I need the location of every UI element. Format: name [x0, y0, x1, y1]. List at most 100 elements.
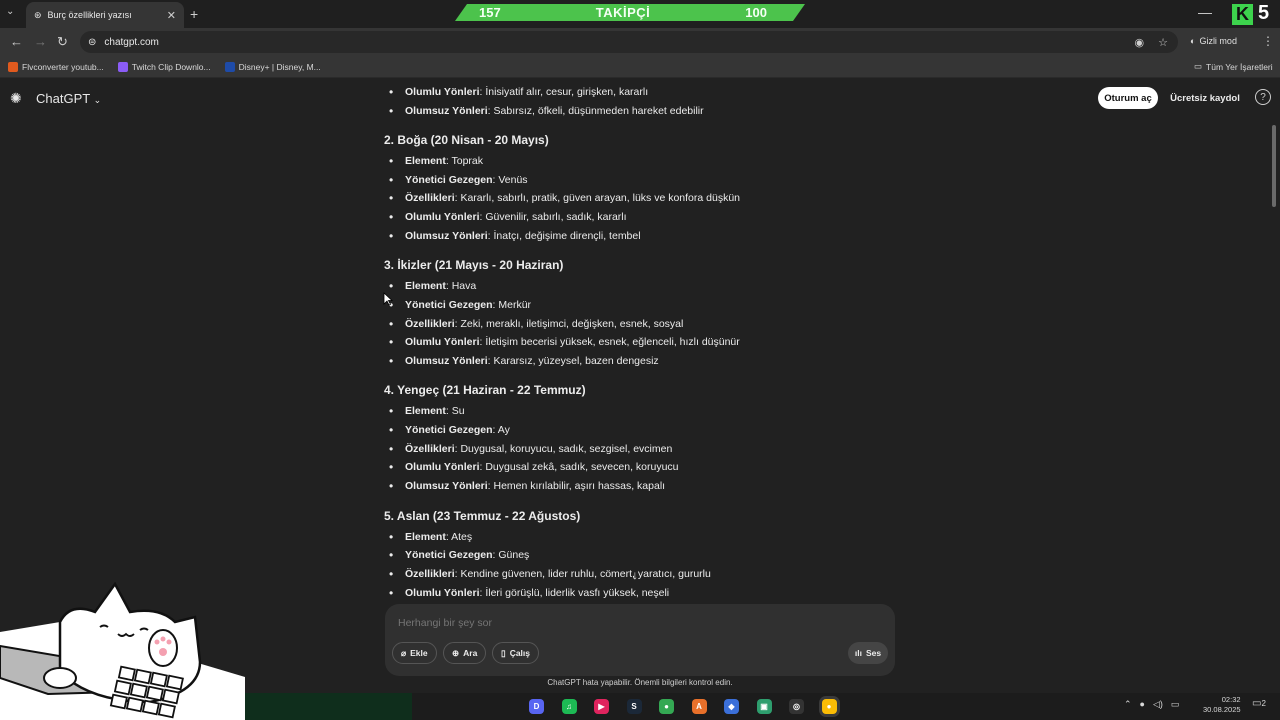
- url-text: chatgpt.com: [104, 36, 159, 48]
- list-item: Olumlu Yönleri: İleri görüşlü, liderlik …: [389, 586, 669, 600]
- browser-tab[interactable]: ⊛ Burç özellikleri yazısı ✕: [26, 2, 184, 28]
- bongo-cat-overlay: [0, 582, 245, 720]
- incognito-icon: ◐: [1190, 36, 1196, 46]
- site-info-icon[interactable]: ⊜: [88, 37, 96, 48]
- list-item: Olumsuz Yönleri: Hemen kırılabilir, aşır…: [389, 479, 665, 493]
- follower-right-count: 100: [745, 5, 767, 20]
- system-tray[interactable]: ⌃ ● ◁) ▭: [1124, 699, 1179, 710]
- list-item: Yönetici Gezegen: Güneş: [389, 548, 529, 562]
- discord-icon[interactable]: D: [529, 699, 544, 714]
- prompt-input[interactable]: [398, 617, 838, 629]
- search-button[interactable]: ⊕ Ara: [443, 642, 487, 664]
- new-tab-button[interactable]: +: [190, 6, 198, 22]
- steam-icon[interactable]: S: [626, 699, 642, 714]
- attach-button[interactable]: ⌀ Ekle: [392, 642, 437, 664]
- bookmark-item[interactable]: Flvconverter youtub...: [8, 61, 104, 72]
- follower-left-count: 157: [479, 5, 501, 20]
- chatgpt-favicon-icon: ⊛: [34, 9, 42, 20]
- app-a-icon[interactable]: A: [691, 699, 707, 714]
- viewer-count: 5: [1258, 2, 1270, 24]
- list-item: Özellikleri: Duygusal, koruyucu, sadık, …: [389, 442, 672, 456]
- globe-icon: ⊕: [452, 647, 460, 658]
- back-button[interactable]: ←: [10, 34, 23, 49]
- app-gamepad-icon[interactable]: ◆: [724, 699, 739, 714]
- list-item: Olumlu Yönleri: Güvenilir, sabırlı, sadı…: [389, 210, 627, 224]
- browser-menu-icon[interactable]: ⋮: [1262, 34, 1274, 48]
- paperclip-icon: ⌀: [401, 647, 407, 658]
- list-item: Element: Ateş: [389, 530, 472, 544]
- bookmark-favicon-icon: [8, 61, 18, 72]
- list-item: Yönetici Gezegen: Ay: [389, 423, 510, 437]
- list-item: Olumsuz Yönleri: İnatçı, değişime direnç…: [389, 229, 641, 243]
- eye-slash-icon[interactable]: ◉: [1135, 36, 1145, 49]
- list-item: Olumsuz Yönleri: Kararsız, yüzeysel, baz…: [389, 354, 659, 368]
- chat-response: Olumlu Yönleri: İnisiyatif alır, cesur, …: [384, 80, 884, 600]
- list-item: Özellikleri: Kararlı, sabırlı, pratik, g…: [389, 191, 740, 205]
- list-item: Olumlu Yönleri: İnisiyatif alır, cesur, …: [389, 85, 648, 99]
- composer-box: [385, 604, 895, 676]
- network-icon[interactable]: ▭: [1171, 699, 1180, 710]
- list-item: Yönetici Gezegen: Venüs: [389, 173, 528, 187]
- chevron-down-icon: ⌄: [93, 95, 102, 105]
- voice-button[interactable]: ılı Ses: [848, 642, 888, 664]
- section-heading: 3. İkizler (21 Mayıs - 20 Haziran): [384, 258, 564, 272]
- microphone-icon[interactable]: ●: [1140, 699, 1145, 710]
- obs-icon[interactable]: ◎: [789, 699, 804, 714]
- section-heading: 4. Yengeç (21 Haziran - 22 Temmuz): [384, 383, 586, 397]
- tab-close-icon[interactable]: ✕: [167, 9, 176, 22]
- follower-label: TAKİPÇİ: [595, 5, 651, 20]
- book-icon: ▯: [501, 647, 506, 658]
- bookmark-star-icon[interactable]: ☆: [1158, 36, 1168, 49]
- bookmark-favicon-icon: [224, 61, 235, 72]
- list-item: Olumlu Yönleri: Duygusal zekâ, sadık, se…: [389, 460, 678, 474]
- kick-logo-icon: K: [1232, 4, 1253, 25]
- study-button[interactable]: ▯ Çalış: [492, 642, 540, 664]
- chrome-active-icon[interactable]: ●: [821, 699, 837, 714]
- reload-button[interactable]: ↻: [57, 34, 68, 50]
- signup-button[interactable]: Ücretsiz kaydol: [1166, 87, 1244, 109]
- chrome-icon[interactable]: ●: [659, 699, 674, 714]
- incognito-label: Gizli mod: [1199, 36, 1237, 46]
- chevron-up-icon[interactable]: ⌃: [1124, 699, 1132, 710]
- notification-count: 2: [1261, 699, 1266, 708]
- list-item: Özellikleri: Zeki, meraklı, iletişimci, …: [389, 317, 683, 331]
- mouse-cursor-icon: [383, 292, 393, 306]
- scroll-down-icon[interactable]: ↓: [632, 568, 638, 582]
- taskbar-widget-area: [243, 693, 412, 720]
- list-item: Olumsuz Yönleri: Sabırsız, öfkeli, düşün…: [389, 104, 704, 118]
- section-heading: 5. Aslan (23 Temmuz - 22 Ağustos): [384, 509, 581, 523]
- list-item: Olumlu Yönleri: İletişim becerisi yüksek…: [389, 335, 740, 349]
- forward-button[interactable]: →: [34, 34, 47, 49]
- incognito-indicator[interactable]: ◐ Gizli mod: [1190, 36, 1237, 46]
- address-bar[interactable]: ⊜ chatgpt.com ◉ ☆: [80, 31, 1178, 53]
- spotify-icon[interactable]: ♫: [561, 699, 577, 714]
- scrollbar-thumb[interactable]: [1272, 125, 1276, 207]
- notification-center[interactable]: ▭2: [1252, 698, 1266, 709]
- list-item: Yönetici Gezegen: Merkür: [389, 298, 531, 312]
- waveform-icon: ılı: [854, 648, 862, 658]
- list-item: Element: Hava: [389, 279, 476, 293]
- tab-title: Burç özellikleri yazısı: [47, 10, 132, 20]
- window-minimize-button[interactable]: —: [1198, 4, 1212, 20]
- disclaimer-text: ChatGPT hata yapabilir. Önemli bilgileri…: [547, 678, 733, 687]
- bookmark-item[interactable]: Disney+ | Disney, M...: [224, 61, 321, 72]
- bookmarks-bar: Flvconverter youtub... Twitch Clip Downl…: [0, 56, 1280, 78]
- tab-list-button[interactable]: ⌄: [6, 6, 14, 17]
- openai-logo-icon[interactable]: ✺: [10, 90, 22, 107]
- volume-icon[interactable]: ◁): [1153, 699, 1163, 710]
- bookmark-item[interactable]: Twitch Clip Downlo...: [117, 61, 211, 72]
- help-icon[interactable]: ?: [1255, 89, 1271, 105]
- clock-date: 30.08.2025: [1203, 705, 1241, 714]
- model-switcher[interactable]: ChatGPT ⌄: [36, 91, 101, 106]
- taskbar-clock[interactable]: 02:32 30.08.2025: [1203, 695, 1241, 715]
- follower-goal-banner: 157 TAKİPÇİ 100: [455, 4, 805, 21]
- list-item: Element: Toprak: [389, 154, 483, 168]
- list-item: Element: Su: [389, 404, 464, 418]
- login-button[interactable]: Oturum aç: [1098, 87, 1158, 109]
- media-player-icon[interactable]: ▶: [594, 699, 609, 714]
- app-green-icon[interactable]: ▣: [756, 699, 772, 714]
- all-bookmarks-button[interactable]: ▭ Tüm Yer İşaretleri: [1194, 61, 1273, 72]
- clock-time: 02:32: [1221, 695, 1241, 704]
- folder-icon: ▭: [1194, 61, 1203, 71]
- bookmark-favicon-icon: [117, 61, 128, 72]
